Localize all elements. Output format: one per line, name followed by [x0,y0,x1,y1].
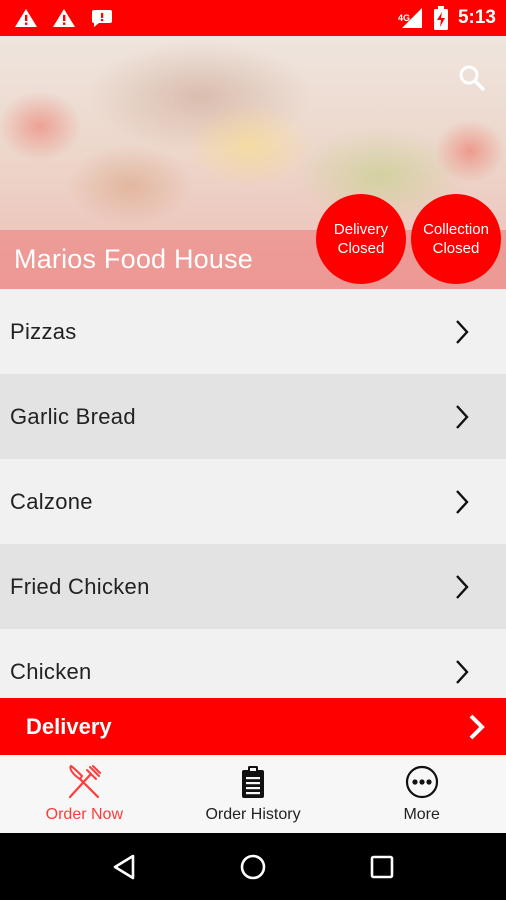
chevron-right-icon [469,714,485,740]
battery-charging-icon [433,6,448,30]
menu-item-calzone[interactable]: Calzone [0,459,506,544]
search-button[interactable] [456,62,488,94]
chevron-right-icon [456,574,469,599]
chevron-right-icon [456,319,469,344]
menu-item-label: Pizzas [10,318,77,344]
more-icon [405,765,438,799]
menu-category-list: Pizzas Garlic Bread Calzone Fried Chicke… [0,289,506,698]
delivery-mode-button[interactable]: Delivery [0,698,506,755]
tab-order-history[interactable]: Order History [169,755,338,833]
clock: 5:13 [457,7,496,28]
menu-item-garlic-bread[interactable]: Garlic Bread [0,374,506,459]
tab-label: Order History [205,806,301,823]
system-navigation-bar [0,833,506,900]
delivery-status-badge: Delivery Closed [316,194,406,284]
tab-more[interactable]: More [337,755,506,833]
menu-item-label: Calzone [10,488,93,514]
collection-badge-line2: Closed [432,240,480,257]
back-button[interactable] [104,847,144,887]
home-circle-icon [240,854,266,879]
bottom-navigation: Order Now Order History More [0,755,506,833]
menu-item-fried-chicken[interactable]: Fried Chicken [0,544,506,629]
delivery-label: Delivery [26,713,112,739]
back-triangle-icon [114,854,135,879]
menu-item-label: Chicken [10,658,92,684]
tab-label: Order Now [45,806,124,823]
home-button[interactable] [233,847,273,887]
fork-knife-icon [69,764,102,799]
search-icon [459,65,485,91]
recents-button[interactable] [362,847,402,887]
restaurant-header: Marios Food House Delivery Closed Collec… [0,36,506,289]
signal-icon: 4G [397,6,424,30]
warning-icon [15,9,37,27]
chevron-right-icon [456,404,469,429]
menu-item-pizzas[interactable]: Pizzas [0,289,506,374]
tab-order-now[interactable]: Order Now [0,755,169,833]
menu-item-label: Garlic Bread [10,403,136,429]
clipboard-icon [242,766,264,798]
menu-item-label: Fried Chicken [10,573,150,599]
collection-status-badge: Collection Closed [411,194,501,284]
chat-alert-icon [92,10,112,27]
tab-label: More [403,806,440,823]
collection-badge-line1: Collection [423,221,489,238]
chevron-right-icon [456,659,469,684]
delivery-badge-line1: Delivery [333,221,389,238]
delivery-badge-line2: Closed [337,240,385,257]
status-bar: 4G 5:13 [0,0,506,36]
recents-square-icon [370,855,393,878]
menu-item-chicken[interactable]: Chicken [0,629,506,698]
network-type: 4G [397,13,410,23]
chevron-right-icon [456,489,469,514]
warning-icon [53,9,75,27]
restaurant-name: Marios Food House [14,244,254,274]
